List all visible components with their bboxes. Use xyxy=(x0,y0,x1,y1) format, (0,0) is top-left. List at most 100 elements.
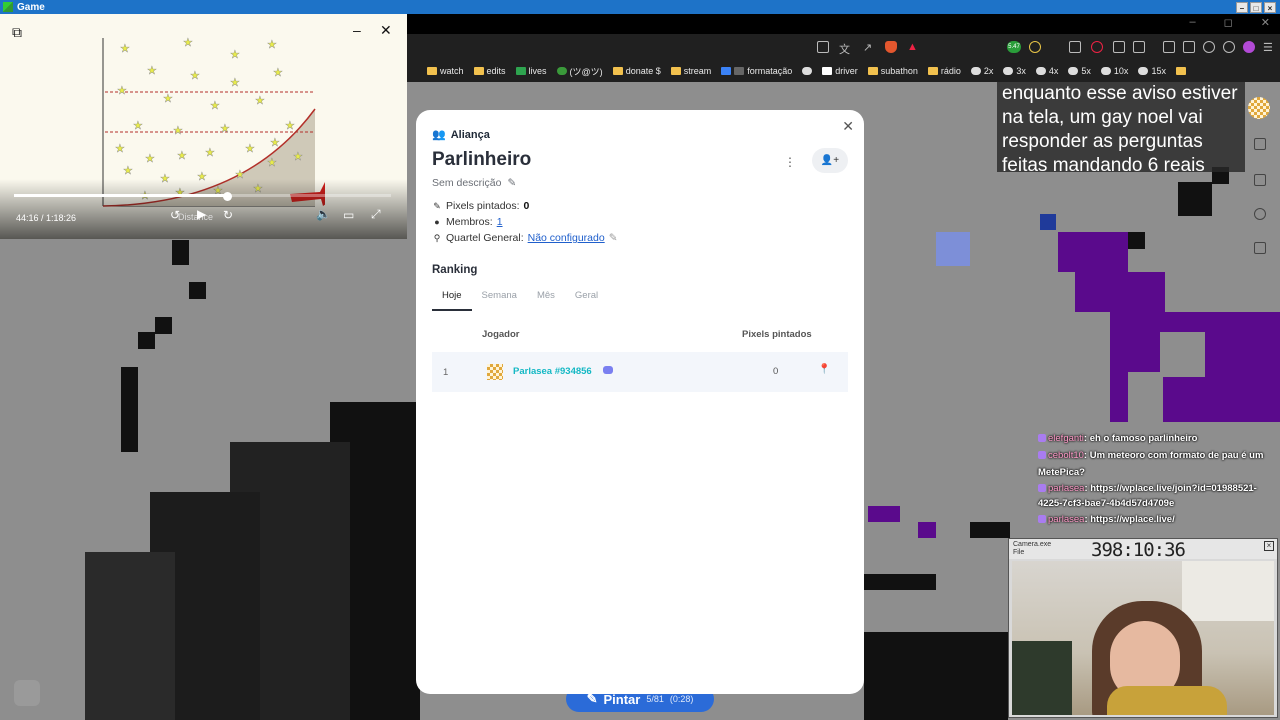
webcam-menu-file[interactable]: File xyxy=(1013,549,1051,557)
stat-pixels: ✎ Pixels pintados: 0 xyxy=(433,200,530,212)
bookmark-10x[interactable]: 10x xyxy=(1100,66,1128,76)
translate-icon[interactable]: 文 xyxy=(839,41,851,56)
tab-hoje[interactable]: Hoje xyxy=(432,290,472,311)
tab-geral[interactable]: Geral xyxy=(565,290,608,311)
extension-icon[interactable] xyxy=(1069,41,1081,53)
volume-icon[interactable]: 🔈 xyxy=(316,207,331,221)
minimize-pip-icon[interactable]: – xyxy=(353,22,361,38)
screen: Game – □ × – ◻ ✕ 文 ↗ ▲ 5.47 ☰ watch edit… xyxy=(0,0,1280,720)
globe-icon xyxy=(1035,67,1046,75)
person-shirt xyxy=(1107,686,1227,715)
location-pin-icon[interactable]: 📍 xyxy=(818,364,830,375)
canvas-dark-block xyxy=(864,632,1008,720)
menu-icon[interactable]: ☰ xyxy=(1263,41,1275,54)
bookmark-face[interactable]: (ツ@ツ) xyxy=(556,65,603,78)
tab-semana[interactable]: Semana xyxy=(472,290,527,311)
bookmarks-bar: watch edits lives (ツ@ツ) donate $ stream … xyxy=(407,60,1280,82)
alliance-icon[interactable] xyxy=(1254,174,1266,186)
back-to-tab-icon[interactable]: ⧉ xyxy=(12,24,22,41)
invite-member-button[interactable]: 👤+ xyxy=(812,148,848,173)
extension-icon[interactable] xyxy=(1113,41,1125,53)
vpn-icon[interactable] xyxy=(1223,41,1235,53)
ranking-tabs: Hoje Semana Mês Geral xyxy=(432,290,608,311)
sidebar-icon[interactable] xyxy=(1163,41,1175,53)
more-options-icon[interactable]: ⋮ xyxy=(784,155,796,169)
share-icon[interactable]: ↗ xyxy=(863,41,875,54)
rewind-icon[interactable]: ↺ xyxy=(170,208,180,222)
chat-message: elefganti: eh o famoso parlinheiro xyxy=(1038,430,1278,447)
edit-description-icon[interactable]: ✎ xyxy=(507,177,516,189)
globe-icon xyxy=(970,67,981,75)
svg-text:★: ★ xyxy=(117,85,127,97)
bookmark-edits[interactable]: edits xyxy=(473,66,506,76)
leaderboard-icon[interactable] xyxy=(1254,242,1266,254)
bookmark-watch[interactable]: watch xyxy=(427,66,464,76)
browser-minimize-icon[interactable]: – xyxy=(1190,16,1196,29)
browser-close-icon[interactable]: ✕ xyxy=(1261,16,1270,29)
leo-icon[interactable] xyxy=(1203,41,1215,53)
brave-shield-icon[interactable] xyxy=(885,41,897,53)
bookmark-formatacao[interactable]: formatação xyxy=(721,66,792,76)
svg-text:★: ★ xyxy=(163,93,173,105)
canvas-pixel xyxy=(138,332,155,349)
canvas-pixel xyxy=(864,574,936,590)
table-row[interactable]: 1 Parlasea #934856 0 📍 xyxy=(432,352,848,392)
canvas-pixel xyxy=(1178,182,1212,216)
modal-close-icon[interactable]: ✕ xyxy=(842,118,854,135)
game-app-icon xyxy=(3,2,13,12)
player-name[interactable]: Parlasea #934856 xyxy=(513,366,592,377)
add-user-icon: 👤+ xyxy=(820,155,840,166)
extension-icon[interactable] xyxy=(1029,41,1041,53)
bookmark-globe[interactable] xyxy=(802,67,813,75)
tab-mes[interactable]: Mês xyxy=(527,290,565,311)
bookmark-folder[interactable] xyxy=(1175,67,1186,75)
play-icon[interactable]: ▶ xyxy=(197,207,206,221)
browser-restore-icon[interactable]: ◻ xyxy=(1224,16,1233,29)
bookmark-2x[interactable]: 2x xyxy=(970,66,993,76)
bookmark-donate[interactable]: donate $ xyxy=(612,66,661,76)
bookmark-15x[interactable]: 15x xyxy=(1138,66,1166,76)
bookmark-radio[interactable]: rádio xyxy=(927,66,961,76)
extension-icon[interactable] xyxy=(1133,41,1145,53)
cast-icon[interactable] xyxy=(817,41,829,53)
folder-icon xyxy=(427,67,437,75)
wallet-icon[interactable] xyxy=(1183,41,1195,53)
canvas-gap xyxy=(1160,332,1205,377)
bookmark-subathon[interactable]: subathon xyxy=(867,66,918,76)
close-pip-icon[interactable]: ✕ xyxy=(380,22,392,39)
ranking-title: Ranking xyxy=(432,264,478,276)
maximize-window-button[interactable]: □ xyxy=(1250,1,1262,13)
store-icon[interactable] xyxy=(1254,138,1266,150)
bookmark-5x[interactable]: 5x xyxy=(1068,66,1091,76)
bookmark-driver[interactable]: driver xyxy=(822,66,858,76)
brave-rewards-icon[interactable]: ▲ xyxy=(907,41,919,53)
svg-text:★: ★ xyxy=(177,150,187,162)
user-avatar[interactable] xyxy=(1248,97,1270,119)
headquarters-link[interactable]: Não configurado xyxy=(528,232,605,244)
search-location-icon[interactable] xyxy=(1254,208,1266,220)
bookmark-3x[interactable]: 3x xyxy=(1003,66,1026,76)
video-scrubber-knob[interactable] xyxy=(223,192,232,201)
bookmark-stream[interactable]: stream xyxy=(670,66,711,76)
record-icon[interactable] xyxy=(1091,41,1103,53)
extension-badge-icon[interactable]: 5.47 xyxy=(1007,41,1021,53)
profile-icon[interactable] xyxy=(1243,41,1255,53)
edit-headquarters-icon[interactable]: ✎ xyxy=(609,232,618,244)
svg-text:★: ★ xyxy=(230,49,240,61)
bottom-left-tool-button[interactable] xyxy=(14,680,40,706)
site-icon xyxy=(734,67,745,75)
video-player[interactable]: ⧉ – ✕ ★★★★ ★★★★ ★★★★ ★★★★ ★★★★★★ ★★★★★★ … xyxy=(0,14,407,239)
webcam-close-icon[interactable]: × xyxy=(1264,541,1274,551)
bookmark-lives[interactable]: lives xyxy=(515,66,547,76)
folder-icon xyxy=(867,67,878,75)
webcam-feed xyxy=(1012,561,1274,715)
bookmark-4x[interactable]: 4x xyxy=(1035,66,1058,76)
fullscreen-icon[interactable]: ⤢ xyxy=(371,207,381,222)
close-window-button[interactable]: × xyxy=(1264,1,1276,13)
video-progress-bar[interactable] xyxy=(14,194,391,197)
forward-icon[interactable]: ↻ xyxy=(223,208,233,222)
members-count-link[interactable]: 1 xyxy=(497,216,503,228)
minimize-window-button[interactable]: – xyxy=(1236,1,1248,13)
sub-badge-icon xyxy=(1038,515,1046,524)
captions-icon[interactable]: ▭ xyxy=(343,208,354,222)
